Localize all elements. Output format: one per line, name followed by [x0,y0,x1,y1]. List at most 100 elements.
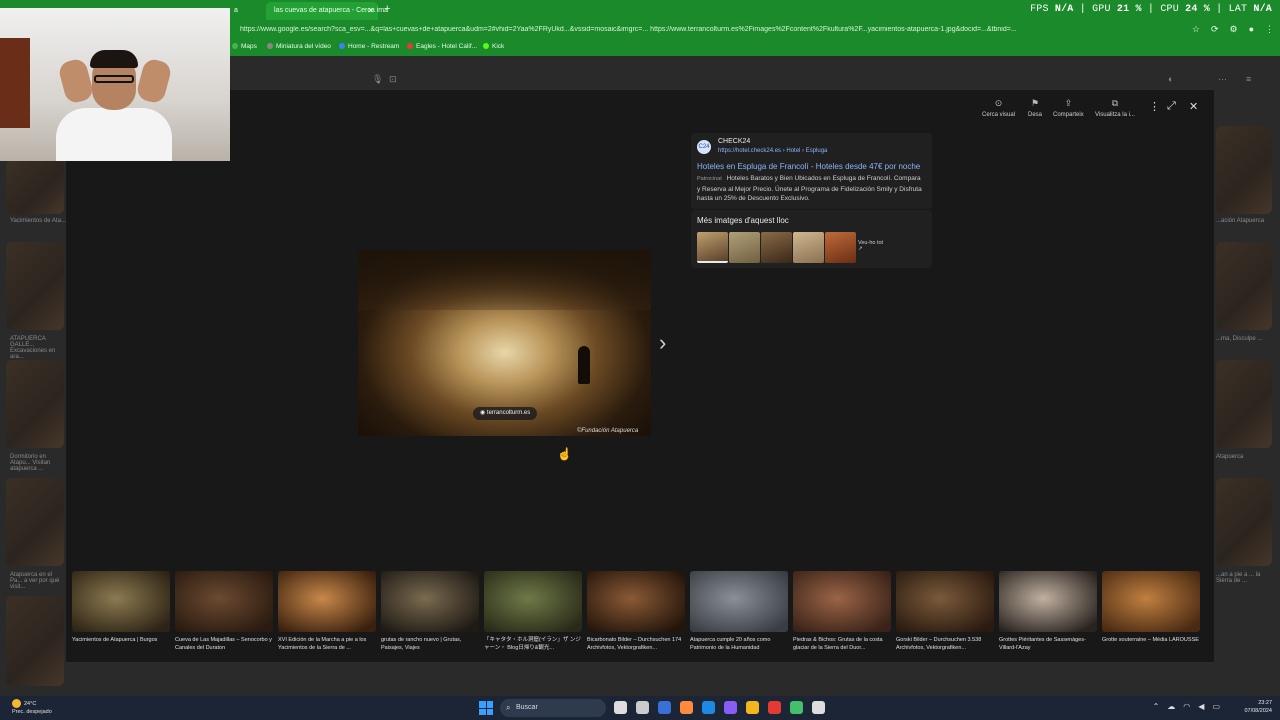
related-image-card[interactable]: Yacimientos de Atapuerca | Burgos [72,571,170,660]
youtube-icon [407,43,413,49]
battery-icon[interactable]: ▭ [1212,702,1220,711]
person-hair [90,50,138,68]
related-image-thumbnail[interactable] [175,571,273,632]
safesearch-icon[interactable]: ◐ [1168,74,1173,84]
microphone-icon[interactable]: 🎙 [372,74,383,85]
sponsored-ad-card[interactable]: C24 CHECK24 https://hotel.check24.es › H… [691,133,932,209]
spotify-icon[interactable] [790,701,803,714]
related-image-thumbnail[interactable] [587,571,685,632]
start-icon[interactable] [479,701,493,715]
related-image-thumbnail[interactable] [896,571,994,632]
taskbar-clock[interactable]: 23:27 07/08/2024 [1244,699,1272,715]
source-pill[interactable]: ◉ terrancolturm.es [473,407,538,420]
url-field[interactable]: https://www.google.es/search?sca_esv=...… [240,26,1120,33]
person-hand-right [135,57,173,105]
hamburger-icon[interactable]: ≡ [1246,74,1251,84]
lat-label: LAT [1228,4,1248,15]
background-thumbnail[interactable] [6,596,64,686]
close-tab-icon[interactable]: ✕ [367,6,374,15]
close-icon[interactable]: ✕ [1189,100,1198,113]
edge-icon[interactable] [702,701,715,714]
folder-icon[interactable] [746,701,759,714]
wifi-icon[interactable]: ◠ [1183,702,1190,711]
share-button[interactable]: ⇪ Comparteix [1053,98,1084,118]
firefox-icon[interactable] [680,701,693,714]
tab-previous[interactable]: a [226,2,256,20]
camera-search-icon[interactable]: ⊡ [389,74,397,85]
weather-widget[interactable]: 24°C Prec. despejado [12,699,52,716]
related-image-card[interactable]: Grotte souterraine – Média LAROUSSE [1102,571,1200,660]
related-image-card[interactable]: Gorski Bilder – Durchsuchen 3.538 Archiv… [896,571,994,660]
more-options-icon[interactable]: ⋮ [1149,100,1160,113]
chevron-up-icon[interactable]: ⌃ [1153,702,1160,711]
background-thumbnail[interactable] [6,360,64,448]
file-explorer-icon[interactable] [636,701,649,714]
bookmark-restream[interactable]: Home - Restream [339,43,399,50]
store-icon[interactable] [658,701,671,714]
background-thumbnail[interactable] [1216,478,1272,566]
related-image-card[interactable]: Atapuerca cumple 20 años como Patrimonio… [690,571,788,660]
performance-overlay: FPS N/A | GPU 21 % | CPU 24 % | LAT N/A [1030,4,1272,15]
cloud-icon[interactable]: ☁ [1167,702,1175,711]
ad-url[interactable]: https://hotel.check24.es › Hotel › Esplu… [718,148,827,154]
related-image-card[interactable]: Piedras & Bichos: Grutas de la costa gla… [793,571,891,660]
related-image-thumbnail[interactable] [1102,571,1200,632]
related-image-card[interactable]: XVI Edición de la Marcha a pie a los Yac… [278,571,376,660]
weather-desc: Prec. despejado [12,709,52,715]
settings-icon[interactable] [812,701,825,714]
tool-label: Cerca visual [982,112,1016,118]
next-image-icon[interactable]: › [659,330,666,356]
background-thumbnail[interactable] [6,160,64,214]
more-images-thumbnail[interactable] [761,232,792,263]
refresh-icon[interactable]: ⟳ [1211,24,1219,35]
related-image-card[interactable]: Bicarbonato Bilder – Durchsuchen 174 Arc… [587,571,685,660]
taskbar-search[interactable]: ⌕ Buscar [500,699,606,717]
related-image-card[interactable]: Cueva de Las Majadillas – Senocorbo y Ca… [175,571,273,660]
related-image-thumbnail[interactable] [72,571,170,632]
expand-icon[interactable]: ⤢ [1167,100,1176,113]
related-image-thumbnail[interactable] [999,571,1097,632]
tool-label: Visualitza la i... [1095,112,1135,118]
bookmark-maps[interactable]: Maps [232,43,257,50]
ad-title[interactable]: Hoteles en Espluga de Francolí - Hoteles… [697,162,920,171]
save-button[interactable]: ⚑ Desa [1028,98,1042,118]
background-thumbnail[interactable] [1216,242,1272,330]
related-image-caption: grutas de rancho nuevo | Grutas, Paisaje… [381,637,462,651]
more-images-thumbnail[interactable] [793,232,824,263]
more-images-thumbnail[interactable] [697,232,728,263]
more-images-thumbnail[interactable] [729,232,760,263]
volume-icon[interactable]: ◀ [1198,702,1204,711]
related-image-card[interactable]: Grottes Piéritantes de Sassenàges-Villar… [999,571,1097,660]
task-view-icon[interactable] [614,701,627,714]
see-all-link[interactable]: Veu-ho tot ↗ [858,240,883,252]
globe-icon: ◉ [480,410,486,416]
background-thumbnail[interactable] [6,478,64,566]
chrome-icon[interactable] [768,701,781,714]
related-image-card[interactable]: grutas de rancho nuevo | Grutas, Paisaje… [381,571,479,660]
related-image-thumbnail[interactable] [690,571,788,632]
visual-search-button[interactable]: ⊙ Cerca visual [982,98,1015,118]
related-image-card[interactable]: 「キャタタ・ホル洞窟(イラン」ザ ンジャーン・ Blog日帰り&観光... [484,571,582,660]
profile-icon[interactable]: ● [1249,24,1254,35]
app-icon[interactable] [724,701,737,714]
related-image-thumbnail[interactable] [484,571,582,632]
menu-icon[interactable]: ⋮ [1265,24,1274,35]
ad-source: CHECK24 [718,138,751,145]
bookmark-eagles[interactable]: Eagles - Hotel Calif... [407,43,477,50]
new-tab-icon[interactable]: + [384,3,390,15]
related-image-thumbnail[interactable] [278,571,376,632]
background-thumbnail[interactable] [6,242,64,330]
background-thumbnail[interactable] [1216,360,1272,448]
background-thumbnail[interactable] [1216,126,1272,214]
star-icon[interactable]: ☆ [1192,24,1200,35]
extensions-icon[interactable]: ⚙ [1229,24,1237,35]
background-caption: ATAPUERCA GALLE... Excavaciones en ara..… [10,336,56,360]
apps-icon[interactable]: ⋯ [1218,74,1227,85]
more-images-thumbnail[interactable] [825,232,856,263]
related-image-thumbnail[interactable] [381,571,479,632]
bookmark-miniatura[interactable]: Miniatura del vídeo [267,43,331,50]
related-image-thumbnail[interactable] [793,571,891,632]
tab-atapuerca[interactable]: las cuevas de atapuerca - Cerca ima ✕ [266,2,388,20]
open-image-button[interactable]: ⧉ Visualitza la i... [1095,98,1135,118]
bookmark-kick[interactable]: Kick [483,43,504,50]
